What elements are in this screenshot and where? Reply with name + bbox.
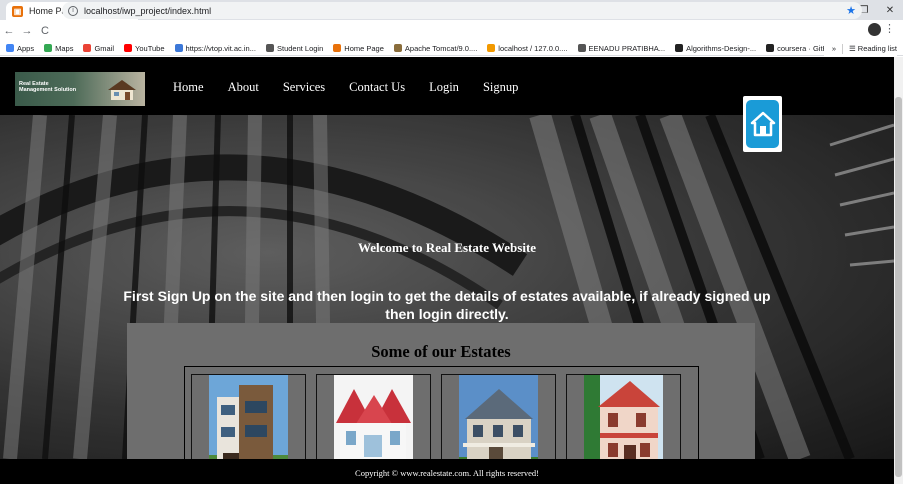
bookmark-item[interactable]: YouTube [124,43,165,53]
nav-signup[interactable]: Signup [483,80,518,95]
bookmarks-overflow-button[interactable]: » [832,44,836,53]
bookmark-favicon-icon [577,44,586,52]
estate-image-1 [209,375,288,459]
bookmark-favicon-icon [124,44,133,52]
bookmark-favicon-icon [174,44,183,52]
bookmarks-bar: Apps Maps Gmail YouTube https://vtop.vit.ac.… [0,41,903,56]
bookmark-item[interactable]: Student Login [265,43,324,53]
bookmark-label: Algorithms-Design-... [686,43,757,53]
bookmark-item[interactable]: Gmail [83,44,114,53]
bookmark-item[interactable]: Apache Tomcat/9.0.... [393,43,478,53]
bookmark-item[interactable]: EENADU PRATIBHA... [577,43,666,53]
signup-instruction: First Sign Up on the site and then login… [123,288,771,322]
omnibox[interactable]: i localhost/iwp_project/index.html ★ [62,2,862,19]
nav-home[interactable]: Home [173,80,204,95]
bookmark-favicon-icon [766,44,775,52]
page-scrollbar[interactable] [894,57,903,484]
close-window-button[interactable]: ✕ [877,5,903,16]
reload-icon[interactable]: C [36,25,54,37]
bookmark-label: https://vtop.vit.ac.in... [185,43,256,53]
bookmark-label: localhost / 127.0.0.... [498,43,568,53]
bookmark-label: Apache Tomcat/9.0.... [404,43,478,53]
estate-card-3[interactable] [441,374,556,459]
bookmark-favicon-icon [83,44,92,52]
forward-icon[interactable]: → [18,25,36,37]
bookmark-item[interactable]: https://vtop.vit.ac.in... [174,43,256,53]
nav-about[interactable]: About [228,80,259,95]
bookmark-star-icon[interactable]: ★ [846,4,856,17]
url-text[interactable]: localhost/iwp_project/index.html [84,6,846,16]
logo-house-icon [108,80,136,100]
main-nav: Home About Services Contact Us Login Sig… [173,80,542,95]
bookmark-favicon-icon [487,44,496,52]
copyright-text: Copyright © www.realestate.com. All righ… [355,468,539,478]
bookmark-label: EENADU PRATIBHA... [588,43,666,53]
bookmark-label: YouTube [135,43,165,53]
estate-card-1[interactable] [191,374,306,459]
reading-list-button[interactable]: Reading list [858,44,897,53]
back-icon[interactable]: ← [0,25,18,37]
bookmark-item[interactable]: Home Page [333,44,384,53]
nav-login[interactable]: Login [429,80,459,95]
bookmark-label: Gmail [94,43,115,53]
estate-card-2[interactable] [316,374,431,459]
site-logo[interactable]: Real Estate Management Solution [15,72,145,106]
bookmark-item[interactable]: localhost / 127.0.0.... [487,43,568,53]
hero-section: Welcome to Real Estate Website First Sig… [0,115,894,459]
bookmark-label: Student Login [276,43,324,53]
home-button[interactable] [743,96,782,152]
estates-gallery [184,366,699,459]
divider [841,43,843,54]
profile-avatar[interactable] [868,23,881,36]
estate-image-2 [334,375,413,459]
address-bar-row: ← → C [0,20,903,41]
site-footer: Copyright © www.realestate.com. All righ… [0,459,894,484]
bookmark-favicon-icon [6,44,14,52]
bookmark-favicon-icon [333,44,342,52]
nav-services[interactable]: Services [283,80,325,95]
web-page: Real Estate Management Solution Home Abo… [0,57,894,484]
bookmarks-right: » ☰ Reading list [823,41,897,56]
bookmark-label: Home Page [344,43,384,53]
reading-list-icon[interactable]: ☰ [849,44,858,53]
scrollbar-thumb[interactable] [895,97,902,477]
bookmark-item[interactable]: Maps [44,44,73,53]
bookmark-label: Apps [17,43,35,53]
bookmark-label: Maps [55,43,74,53]
home-icon [746,100,779,148]
bookmark-favicon-icon [675,44,684,52]
site-favicon-icon: ▣ [12,5,23,17]
site-info-icon[interactable]: i [68,5,78,16]
estate-image-4 [584,375,663,459]
menu-kebab-icon[interactable]: ⋮ [884,22,895,35]
nav-contact-us[interactable]: Contact Us [349,80,405,95]
estates-heading: Some of our Estates [371,342,511,361]
logo-text: Real Estate Management Solution [19,81,77,93]
bookmark-favicon-icon [393,44,402,52]
bookmark-item[interactable]: Algorithms-Design-... [675,44,756,53]
bookmark-item[interactable]: Apps [6,44,34,53]
estates-section: Some of our Estates [127,323,755,459]
estate-card-4[interactable] [566,374,681,459]
welcome-heading: Welcome to Real Estate Website [357,240,537,255]
estate-image-3 [459,375,538,459]
bookmark-favicon-icon [265,44,274,52]
bookmark-favicon-icon [44,44,53,52]
